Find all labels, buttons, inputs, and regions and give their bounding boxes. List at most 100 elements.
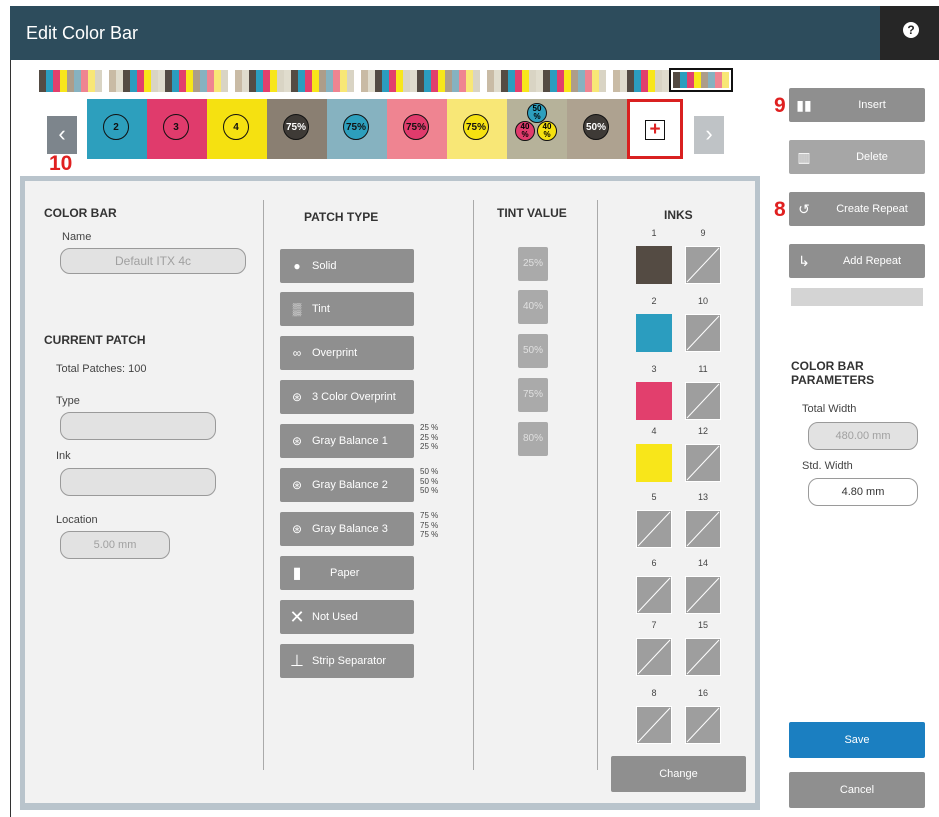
location-label: Location <box>56 514 98 526</box>
patch-black-tint[interactable]: 75% <box>267 99 327 159</box>
ink-slot-6[interactable] <box>636 576 672 614</box>
repeat-progress-bar <box>791 288 923 306</box>
empty-slash-icon <box>637 511 671 547</box>
patch-cyan[interactable]: 2 <box>87 99 147 159</box>
empty-slash-icon <box>637 639 671 675</box>
ink-slot-7[interactable] <box>636 638 672 676</box>
column-divider <box>263 200 264 770</box>
overprint-button[interactable]: ∞ Overprint <box>280 336 414 370</box>
patch-overprint[interactable]: 50 % 40 % 40 % <box>507 99 567 159</box>
three-color-icon: ⊛ <box>291 390 303 404</box>
overprint-rings-icon: ∞ <box>292 346 302 360</box>
ink-slot-5[interactable] <box>636 510 672 548</box>
location-field[interactable]: 5.00 mm <box>60 531 170 559</box>
button-label: Paper <box>330 567 360 579</box>
patch-yellow-tint[interactable]: 75% <box>447 99 507 159</box>
patch-label: 75% <box>283 114 309 140</box>
cancel-button[interactable]: Cancel <box>789 772 925 808</box>
tint-25-button[interactable]: 25% <box>518 247 548 281</box>
name-field[interactable]: Default ITX 4c <box>60 248 246 274</box>
button-label: Overprint <box>312 347 358 359</box>
std-width-field[interactable]: 4.80 mm <box>808 478 918 506</box>
empty-slash-icon <box>686 445 720 481</box>
paper-button[interactable]: ▮ Paper <box>280 556 414 590</box>
ink-slot-9[interactable] <box>685 246 721 284</box>
tint-80-button[interactable]: 80% <box>518 422 548 456</box>
not-used-button[interactable]: ✕ Not Used <box>280 600 414 634</box>
insert-button[interactable]: ▮▮ Insert <box>789 88 925 122</box>
column-divider <box>473 200 474 770</box>
tint-50-button[interactable]: 50% <box>518 334 548 368</box>
previous-arrow-button[interactable]: ‹ <box>47 116 77 154</box>
tint-40-button[interactable]: 40% <box>518 290 548 324</box>
overview-selection[interactable] <box>669 68 733 92</box>
ink-number: 15 <box>697 620 708 630</box>
ink-slot-1[interactable] <box>636 246 672 284</box>
gray-balance-1-button[interactable]: ⊛ Gray Balance 1 <box>280 424 414 458</box>
total-width-field[interactable]: 480.00 mm <box>808 422 918 450</box>
button-label: 3 Color Overprint <box>312 391 396 403</box>
three-color-overprint-button[interactable]: ⊛ 3 Color Overprint <box>280 380 414 414</box>
overprint-cyan-label: 50 % <box>527 103 547 123</box>
ink-slot-4[interactable] <box>636 444 672 482</box>
strip-separator-icon: ⊥ <box>290 653 304 670</box>
ink-number: 14 <box>697 558 708 568</box>
patch-strip[interactable]: 2 3 4 75% 75% 75% 75% 50 % 40 % 40 % 50% <box>87 99 627 159</box>
add-repeat-button[interactable]: ↳ Add Repeat <box>789 244 925 278</box>
ink-slot-16[interactable] <box>685 706 721 744</box>
type-field[interactable] <box>60 412 216 440</box>
tint-75-button[interactable]: 75% <box>518 378 548 412</box>
change-button[interactable]: Change <box>611 756 746 792</box>
ink-number: 4 <box>651 426 657 436</box>
empty-slash-icon <box>686 639 720 675</box>
ink-number: 1 <box>651 228 657 238</box>
button-label: Tint <box>312 303 330 315</box>
create-repeat-button[interactable]: ↺ Create Repeat <box>789 192 925 226</box>
ink-slot-8[interactable] <box>636 706 672 744</box>
ink-number: 10 <box>697 296 708 306</box>
ink-slot-2[interactable] <box>636 314 672 352</box>
ink-slot-10[interactable] <box>685 314 721 352</box>
patch-magenta-tint[interactable]: 75% <box>387 99 447 159</box>
paper-sheet-icon: ▮ <box>292 565 302 582</box>
ink-slot-14[interactable] <box>685 576 721 614</box>
ink-field[interactable] <box>60 468 216 496</box>
ink-slot-11[interactable] <box>685 382 721 420</box>
tint-value-heading: TINT VALUE <box>497 206 567 220</box>
tint-button[interactable]: ▒ Tint <box>280 292 414 326</box>
empty-slash-icon <box>686 247 720 283</box>
window-border <box>10 60 11 817</box>
plus-icon[interactable]: + <box>645 120 665 140</box>
gray-balance-3-button[interactable]: ⊛ Gray Balance 3 <box>280 512 414 546</box>
x-icon: ✕ <box>289 606 305 627</box>
next-arrow-button[interactable]: › <box>694 116 724 154</box>
save-button[interactable]: Save <box>789 722 925 758</box>
strip-separator-button[interactable]: ⊥ Strip Separator <box>280 644 414 678</box>
patch-black-half[interactable]: 50% <box>567 99 627 159</box>
ink-number: 13 <box>697 492 708 502</box>
ink-slot-12[interactable] <box>685 444 721 482</box>
ink-number: 11 <box>698 364 708 374</box>
delete-button[interactable]: ▥ Delete <box>789 140 925 174</box>
ink-number: 9 <box>700 228 706 238</box>
patch-yellow[interactable]: 4 <box>207 99 267 159</box>
callout-8: 8 <box>774 198 786 221</box>
tint-dots-icon: ▒ <box>292 302 302 316</box>
ink-slot-3[interactable] <box>636 382 672 420</box>
add-repeat-icon: ↳ <box>798 252 810 269</box>
ink-slot-15[interactable] <box>685 638 721 676</box>
trash-icon: ▥ <box>797 148 811 165</box>
ink-number: 5 <box>651 492 657 502</box>
ink-slot-13[interactable] <box>685 510 721 548</box>
patch-cyan-tint[interactable]: 75% <box>327 99 387 159</box>
color-bar-overview[interactable] <box>39 70 669 92</box>
solid-button[interactable]: ● Solid <box>280 249 414 283</box>
question-circle-icon[interactable]: ? <box>903 22 919 38</box>
patch-magenta[interactable]: 3 <box>147 99 207 159</box>
gray-balance-2-button[interactable]: ⊛ Gray Balance 2 <box>280 468 414 502</box>
empty-slash-icon <box>637 707 671 743</box>
button-label: Delete <box>856 151 888 163</box>
button-label: Create Repeat <box>836 203 908 215</box>
ink-number: 16 <box>697 688 708 698</box>
current-patch-heading: CURRENT PATCH <box>44 333 146 347</box>
